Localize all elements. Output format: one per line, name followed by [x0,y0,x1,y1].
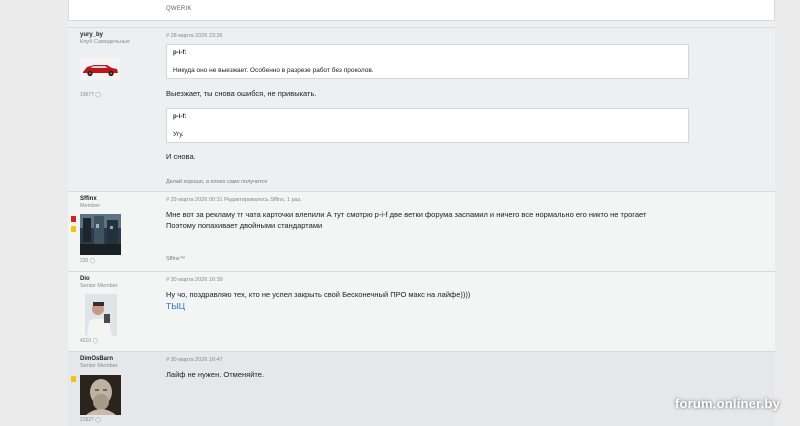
site-watermark: forum.onliner.by [674,396,780,411]
quote-block: p-i-f: Угу. [166,108,689,143]
post-text: Мне вот за рекламу тг чата карточки влеп… [166,210,647,219]
author-rank: Senior Member [80,283,118,289]
quote-author: p-i-f: [173,50,187,56]
forum-post: DimOsBarn Senior Member 21627 ◯ # 30 мар… [68,351,775,426]
post-date[interactable]: # 30 марта 2026 16:39 [166,277,223,283]
post-author: Sffinx Member [80,196,150,209]
edited-note: Редактировалось Sffinx, 1 раз. [224,197,302,203]
post-date[interactable]: # 28 марта 2026 23:26 [166,33,223,39]
author-name[interactable]: Dio [80,276,150,282]
post-link[interactable]: ТЫЦ [166,301,185,311]
post-signature: QWERIK [166,6,192,12]
author-rank: Клуб Самодельных [80,39,130,45]
forum-post: Sffinx Member 230 ◯ # 29 марта 2026 00:3… [68,191,775,271]
warning-badge-yellow [71,226,76,232]
author-rank: Senior Member [80,363,118,369]
post-signature: Sffinx™ [166,256,186,262]
post-text: Лайф не нужен. Отменяйте. [166,370,265,379]
post-date[interactable]: # 29 марта 2026 00:31 Редактировалось Sf… [166,197,302,203]
quote-block: p-i-f: Никуда оно не выезжает. Особенно … [166,44,689,79]
forum-thread: QWERIK yury_by Клуб Самодельных 19677 ◯ … [68,0,775,426]
post-text: Поэтому попахивает двойными стандартами [166,221,323,230]
warning-badge-red [71,216,76,222]
author-name[interactable]: yury_by [80,32,150,38]
post-text: Ну чо, поздравляю тех, кто не успел закр… [166,290,471,299]
avatar[interactable] [80,58,120,80]
quote-text: Никуда оно не выезжает. Особенно в разре… [173,67,374,74]
speech-bubble-icon: ◯ [95,417,101,423]
avatar[interactable] [85,294,117,336]
author-name[interactable]: Sffinx [80,196,150,202]
author-post-count: 230 ◯ [80,258,96,264]
avatar[interactable] [80,375,121,415]
post-author: DimOsBarn Senior Member [80,356,150,369]
post-text: И снова. [166,152,196,161]
quote-author: p-i-f: [173,114,187,120]
post-date[interactable]: # 30 марта 2026 16:47 [166,357,223,363]
author-post-count: 21627 ◯ [80,417,101,423]
previous-post-signature-block: QWERIK [68,0,775,21]
quote-text: Угу. [173,131,184,138]
author-post-count: 19677 ◯ [80,92,101,98]
forum-post: yury_by Клуб Самодельных 19677 ◯ # 28 ма… [68,27,775,191]
avatar[interactable] [80,214,121,255]
forum-post: Dio Senior Member 4210 ◯ # 30 марта 2026… [68,271,775,351]
post-signature: Делай хорошо, а плохо само получится [166,179,268,185]
post-text: Выезжает, ты снова ошибся, не привыкать. [166,89,317,98]
post-author: yury_by Клуб Самодельных [80,32,150,45]
author-name[interactable]: DimOsBarn [80,356,150,362]
author-post-count: 4210 ◯ [80,338,99,344]
speech-bubble-icon: ◯ [92,338,99,344]
warning-badge-yellow [71,376,76,382]
author-rank: Member [80,203,101,209]
speech-bubble-icon: ◯ [89,258,96,264]
speech-bubble-icon: ◯ [95,92,101,98]
post-author: Dio Senior Member [80,276,150,289]
